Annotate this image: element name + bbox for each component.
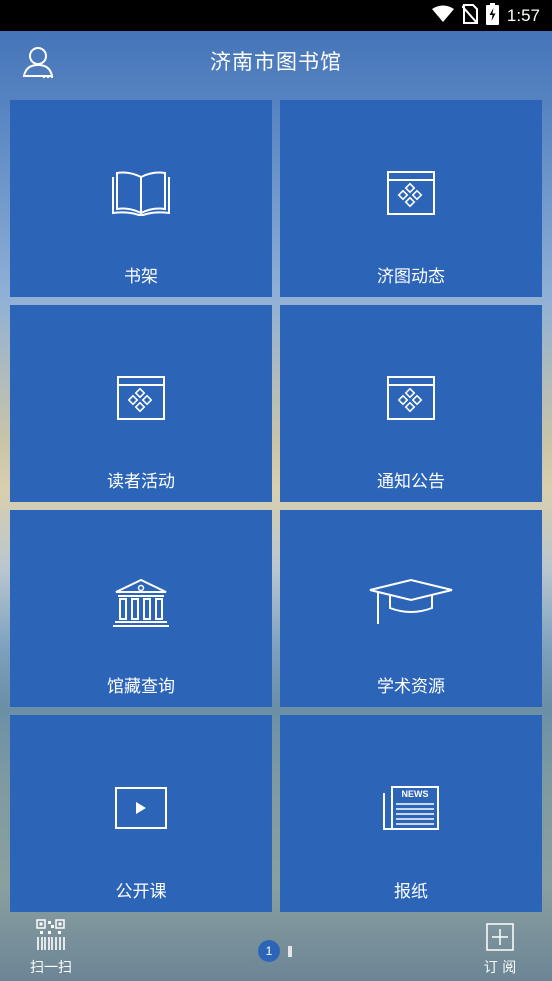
tile-label: 济图动态 xyxy=(377,267,445,287)
tile-label: 通知公告 xyxy=(377,472,445,492)
app-screen: 1:57 济南市图书馆 书架 济图动态 读者活动 通知公告 馆藏查询 学术资源 … xyxy=(0,0,552,981)
scan-label: 扫一扫 xyxy=(30,960,72,976)
newspaper-badge: NEWS xyxy=(402,789,429,799)
tile-news-updates[interactable]: 济图动态 xyxy=(280,100,542,297)
tile-label: 公开课 xyxy=(115,882,167,902)
app-header: 济南市图书馆 xyxy=(0,31,552,91)
plus-box-icon xyxy=(455,919,545,955)
page-indicator-next[interactable] xyxy=(288,945,292,957)
tile-label: 学术资源 xyxy=(377,677,445,697)
library-building-icon xyxy=(106,576,176,630)
tile-label: 读者活动 xyxy=(107,472,175,492)
no-sim-icon xyxy=(461,4,479,28)
page-indicator-current[interactable]: 1 xyxy=(258,940,280,962)
page-title: 济南市图书馆 xyxy=(210,50,342,74)
tile-academic-resources[interactable]: 学术资源 xyxy=(280,510,542,707)
battery-charging-icon xyxy=(485,3,499,29)
graduation-cap-icon xyxy=(366,576,456,630)
tile-open-courses[interactable]: 公开课 xyxy=(10,715,272,912)
tile-label: 馆藏查询 xyxy=(107,677,175,697)
play-video-icon xyxy=(106,781,176,835)
status-time: 1:57 xyxy=(506,6,540,25)
qr-barcode-icon xyxy=(6,919,96,955)
subscribe-button[interactable]: 订 阅 xyxy=(455,919,545,977)
scan-button[interactable]: 扫一扫 xyxy=(6,919,96,977)
subscribe-label: 订 阅 xyxy=(483,960,517,976)
newspaper-icon: NEWS xyxy=(376,781,446,835)
page-indicator: 1 xyxy=(258,940,292,962)
tile-newspapers[interactable]: NEWS 报纸 xyxy=(280,715,542,912)
tile-catalog-search[interactable]: 馆藏查询 xyxy=(10,510,272,707)
tile-label: 书架 xyxy=(124,267,158,287)
tile-label: 报纸 xyxy=(394,882,428,902)
book-icon xyxy=(106,166,176,220)
window-diamond-icon xyxy=(106,371,176,425)
tile-bookshelf[interactable]: 书架 xyxy=(10,100,272,297)
status-bar: 1:57 xyxy=(0,0,552,31)
tile-notices[interactable]: 通知公告 xyxy=(280,305,542,502)
window-diamond-icon xyxy=(376,166,446,220)
window-diamond-icon xyxy=(376,371,446,425)
tile-reader-activities[interactable]: 读者活动 xyxy=(10,305,272,502)
wifi-icon xyxy=(431,5,454,27)
